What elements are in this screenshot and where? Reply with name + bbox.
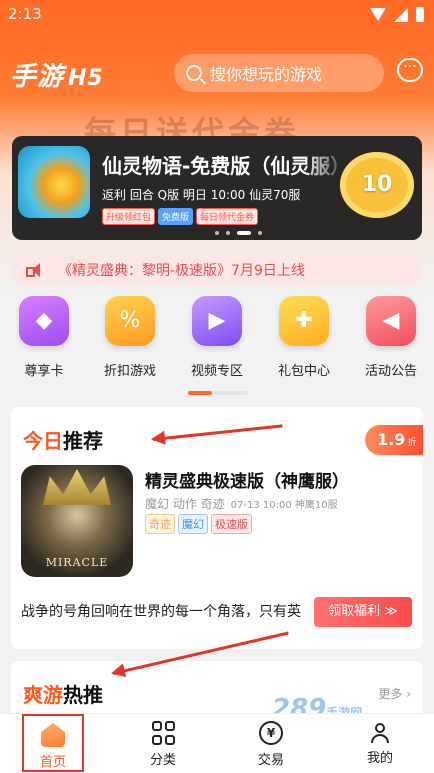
notice-bar[interactable]: 《精灵盛典：黎明-极速版》7月9日上线: [12, 254, 422, 286]
nav-glyph: ◀: [382, 308, 400, 333]
nav-glyph: ◆: [35, 308, 53, 333]
today-recommend-card: 今日推荐 1.9 折 MIRACLE 精灵盛典极速版（神鹰服） 魔幻 动作 奇迹 0…: [11, 407, 423, 649]
battery-icon: [416, 7, 424, 22]
tab-label: 我的: [366, 751, 393, 766]
search-icon: [186, 65, 202, 81]
nav-label: 活动公告: [364, 364, 417, 379]
user-icon: [369, 721, 391, 743]
nav-glyph: %: [119, 308, 141, 333]
signal-icon: [394, 7, 408, 22]
nav-item-video[interactable]: ▶ 视频专区: [177, 296, 257, 379]
banner-game-meta: 返利 回合 Q版 明日 10:00 仙灵70服: [102, 188, 301, 202]
game-tag: 魔幻: [178, 514, 208, 534]
banner-tag: 每日领代金券: [196, 208, 259, 225]
megaphone-icon: ◀: [366, 296, 416, 346]
nav-scroll-indicator: [188, 391, 248, 395]
bottom-tab-bar: 首页 分类 ¥ 交易 我的: [0, 713, 434, 773]
game-schedule: 07-13 10:00 神鹰10服: [230, 500, 338, 511]
nav-label: 尊享卡: [24, 364, 64, 379]
section-title-highlight: 爽游: [23, 683, 63, 707]
nav-label: 礼包中心: [277, 364, 330, 379]
nav-label: 视频专区: [190, 364, 243, 379]
tab-label: 交易: [257, 753, 284, 768]
section-title-rest: 热推: [63, 683, 103, 707]
banner-game-icon: [18, 146, 90, 218]
section-title: 爽游热推: [23, 679, 103, 708]
section-title-highlight: 今日: [23, 429, 63, 453]
recommended-game-meta: 魔幻 动作 奇迹 07-13 10:00 神鹰10服: [145, 495, 338, 512]
logo-text: 手游: [10, 62, 65, 92]
discount-value: 1.9: [377, 430, 406, 449]
status-bar: 2:13: [0, 0, 434, 30]
pagination-dot[interactable]: [258, 231, 262, 235]
logo-suffix: H5: [68, 66, 104, 91]
voucher-badge: 10: [340, 152, 414, 218]
search-placeholder: 搜你想玩的游戏: [210, 65, 323, 84]
tab-label: 分类: [149, 753, 176, 768]
search-bar[interactable]: 搜你想玩的游戏: [174, 54, 384, 92]
chat-bubble-icon[interactable]: ···: [397, 58, 423, 82]
nav-glyph: ✚: [294, 308, 314, 333]
nav-scroll-thumb: [188, 391, 212, 395]
tab-category[interactable]: 分类: [123, 714, 203, 773]
recommended-game-icon[interactable]: MIRACLE: [21, 465, 133, 577]
game-icon-text: MIRACLE: [45, 556, 109, 569]
nav-item-announcements[interactable]: ◀ 活动公告: [351, 296, 431, 379]
wifi-icon: [370, 8, 386, 21]
banner-pagination: [215, 231, 262, 235]
notice-text: 《精灵盛典：黎明-极速版》7月9日上线: [58, 263, 305, 279]
banner-tag: 升级领红包: [102, 208, 156, 225]
more-link[interactable]: 更多 ›: [378, 685, 411, 702]
banner-tags: 升级领红包 免费版 每日领代金券: [102, 208, 259, 225]
recommended-game-title[interactable]: 精灵盛典极速版（神鹰服）: [145, 467, 349, 492]
status-icons: [370, 7, 424, 22]
pagination-dot[interactable]: [237, 231, 251, 235]
video-icon: ▶: [192, 296, 242, 346]
game-genres: 魔幻 动作 奇迹: [145, 497, 225, 511]
pagination-dot[interactable]: [226, 231, 230, 235]
discount-badge: 1.9 折: [365, 425, 423, 455]
quick-nav: ◆ 尊享卡 % 折扣游戏 ▶ 视频专区 ✚ 礼包中心 ◀ 活动公告: [0, 296, 434, 380]
badge-value: 10: [361, 172, 393, 197]
game-tag: 极速版: [211, 514, 252, 534]
nav-item-discount-games[interactable]: % 折扣游戏: [90, 296, 170, 379]
nav-item-vip-card[interactable]: ◆ 尊享卡: [4, 296, 84, 379]
section-title: 今日推荐: [23, 425, 103, 454]
category-grid-icon: [151, 721, 175, 745]
app-logo: 手游 H5: [10, 56, 104, 93]
tab-profile[interactable]: 我的: [340, 714, 420, 773]
pagination-dot[interactable]: [215, 231, 219, 235]
speaker-icon: [26, 263, 42, 277]
tab-label: 首页: [39, 755, 66, 770]
home-icon: [41, 723, 65, 747]
section-title-rest: 推荐: [63, 429, 103, 453]
diamond-icon: ◆: [19, 296, 69, 346]
tab-trade[interactable]: ¥ 交易: [231, 714, 311, 773]
nav-label: 折扣游戏: [103, 364, 156, 379]
banner-tag: 免费版: [158, 208, 194, 225]
game-tag: 奇迹: [145, 514, 175, 534]
crown-icon: [43, 469, 111, 505]
gift-icon: ✚: [279, 296, 329, 346]
nav-item-gift-center[interactable]: ✚ 礼包中心: [264, 296, 344, 379]
status-time: 2:13: [8, 5, 42, 23]
recommended-game-tags: 奇迹 魔幻 极速版: [145, 514, 252, 534]
claim-benefits-button[interactable]: 领取福利 ≫: [314, 597, 412, 627]
trade-coin-icon: ¥: [259, 721, 283, 745]
nav-glyph: ▶: [208, 308, 226, 333]
discount-tag-icon: %: [105, 296, 155, 346]
recommended-game-description: 战争的号角回响在世界的每一个角落，只有英: [21, 604, 301, 620]
discount-unit: 折: [407, 438, 417, 448]
tab-home[interactable]: 首页: [22, 714, 84, 772]
